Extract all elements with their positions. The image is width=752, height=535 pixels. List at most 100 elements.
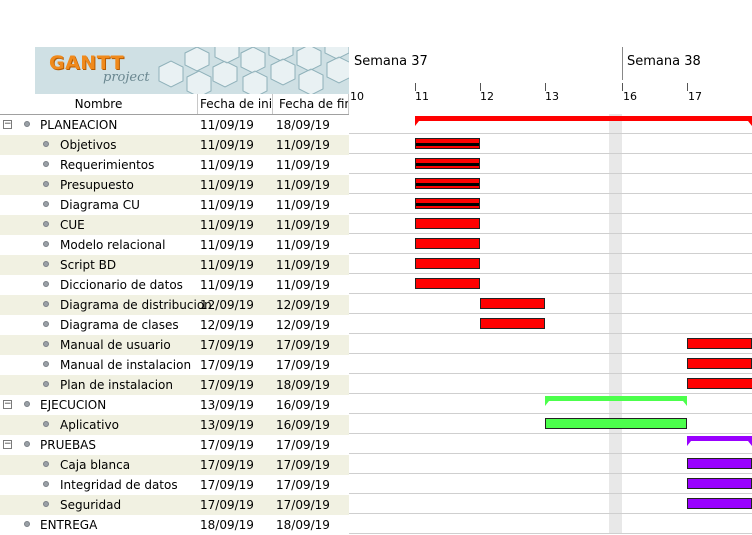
column-header-name[interactable]: Nombre: [0, 94, 198, 114]
task-row[interactable]: Diagrama CU 11/09/19 11/09/19: [0, 195, 349, 215]
task-bar-purple[interactable]: [687, 458, 752, 469]
summary-bar-red[interactable]: [415, 116, 752, 126]
task-start-date: 17/09/19: [200, 378, 254, 392]
task-row[interactable]: Manual de instalacion 17/09/19 17/09/19: [0, 355, 349, 375]
task-row[interactable]: ENTREGA 18/09/19 18/09/19: [0, 515, 349, 535]
task-name: Seguridad: [60, 498, 122, 512]
task-row[interactable]: Presupuesto 11/09/19 11/09/19: [0, 175, 349, 195]
collapse-toggle-icon[interactable]: −: [3, 120, 12, 129]
collapse-toggle-icon[interactable]: −: [3, 400, 12, 409]
task-rows: − PLANEACION 11/09/19 18/09/19 Objetivos 11/0…: [0, 115, 349, 535]
task-name: Plan de instalacion: [60, 378, 173, 392]
task-end-date: 11/09/19: [276, 198, 330, 212]
task-bar-purple[interactable]: [687, 498, 752, 509]
task-row[interactable]: Integridad de datos 17/09/19 17/09/19: [0, 475, 349, 495]
task-bar-red[interactable]: [415, 258, 480, 269]
task-bar-red[interactable]: [415, 158, 480, 169]
task-name: Presupuesto: [60, 178, 134, 192]
task-end-date: 17/09/19: [276, 358, 330, 372]
task-bar-red[interactable]: [415, 198, 480, 209]
task-bar-red[interactable]: [687, 358, 752, 369]
task-row[interactable]: Plan de instalacion 17/09/19 18/09/19: [0, 375, 349, 395]
task-bullet-icon: [43, 181, 49, 187]
task-bullet-icon: [43, 281, 49, 287]
task-row[interactable]: − PLANEACION 11/09/19 18/09/19: [0, 115, 349, 135]
week-label-37: Semana 37: [354, 54, 428, 69]
task-bar-purple[interactable]: [687, 478, 752, 489]
row-gridline: [349, 213, 752, 214]
task-bar-red[interactable]: [415, 238, 480, 249]
task-name: Script BD: [60, 258, 117, 272]
task-row[interactable]: Aplicativo 13/09/19 16/09/19: [0, 415, 349, 435]
column-header-end-date[interactable]: Fecha de fin: [274, 94, 349, 114]
summary-start-marker: [687, 441, 691, 446]
task-start-date: 13/09/19: [200, 418, 254, 432]
summary-bar-purple[interactable]: [687, 436, 752, 446]
task-name: EJECUCION: [40, 398, 107, 412]
task-bullet-icon: [43, 461, 49, 467]
gantt-chart-area[interactable]: [349, 114, 752, 534]
task-end-date: 17/09/19: [276, 338, 330, 352]
task-bar-red[interactable]: [480, 318, 545, 329]
task-name: Diagrama CU: [60, 198, 140, 212]
task-bar-red[interactable]: [687, 378, 752, 389]
task-bar-red[interactable]: [687, 338, 752, 349]
task-bullet-icon: [24, 401, 30, 407]
task-bar-red[interactable]: [480, 298, 545, 309]
task-row[interactable]: Caja blanca 17/09/19 17/09/19: [0, 455, 349, 475]
task-bullet-icon: [43, 421, 49, 427]
task-end-date: 18/09/19: [276, 378, 330, 392]
task-end-date: 17/09/19: [276, 438, 330, 452]
task-bar-red[interactable]: [415, 218, 480, 229]
task-row[interactable]: Modelo relacional 11/09/19 11/09/19: [0, 235, 349, 255]
task-name: Objetivos: [60, 138, 117, 152]
task-bar-red[interactable]: [415, 138, 480, 149]
task-end-date: 17/09/19: [276, 498, 330, 512]
task-start-date: 11/09/19: [200, 258, 254, 272]
task-start-date: 17/09/19: [200, 478, 254, 492]
task-row[interactable]: Seguridad 17/09/19 17/09/19: [0, 495, 349, 515]
task-start-date: 17/09/19: [200, 338, 254, 352]
task-row[interactable]: Diagrama de clases 12/09/19 12/09/19: [0, 315, 349, 335]
task-bullet-icon: [43, 141, 49, 147]
task-row[interactable]: Script BD 11/09/19 11/09/19: [0, 255, 349, 275]
task-progress-fill: [416, 163, 479, 166]
summary-bar-green[interactable]: [545, 396, 687, 406]
task-end-date: 11/09/19: [276, 278, 330, 292]
week-label-38: Semana 38: [627, 54, 701, 69]
task-row[interactable]: Manual de usuario 17/09/19 17/09/19: [0, 335, 349, 355]
task-row[interactable]: Diagrama de distribucion 12/09/19 12/09/19: [0, 295, 349, 315]
task-bar-green[interactable]: [545, 418, 687, 429]
table-header: Nombre Fecha de ini... Fecha de fin: [0, 94, 349, 115]
task-row[interactable]: CUE 11/09/19 11/09/19: [0, 215, 349, 235]
task-row[interactable]: Diccionario de datos 11/09/19 11/09/19: [0, 275, 349, 295]
gantt-project-logo: GANTT project: [35, 47, 349, 94]
task-bullet-icon: [43, 341, 49, 347]
task-start-date: 11/09/19: [200, 238, 254, 252]
task-name: Modelo relacional: [60, 238, 166, 252]
task-row[interactable]: − EJECUCION 13/09/19 16/09/19: [0, 395, 349, 415]
task-start-date: 12/09/19: [200, 318, 254, 332]
summary-start-marker: [415, 121, 419, 126]
task-name: CUE: [60, 218, 85, 232]
task-end-date: 11/09/19: [276, 138, 330, 152]
row-gridline: [349, 153, 752, 154]
task-row[interactable]: Requerimientos 11/09/19 11/09/19: [0, 155, 349, 175]
task-name: PRUEBAS: [40, 438, 96, 452]
task-bar-red[interactable]: [415, 278, 480, 289]
task-bullet-icon: [24, 121, 30, 127]
row-gridline: [349, 513, 752, 514]
task-row[interactable]: − PRUEBAS 17/09/19 17/09/19: [0, 435, 349, 455]
task-bullet-icon: [43, 161, 49, 167]
row-gridline: [349, 353, 752, 354]
task-bullet-icon: [43, 301, 49, 307]
task-end-date: 11/09/19: [276, 258, 330, 272]
task-row[interactable]: Objetivos 11/09/19 11/09/19: [0, 135, 349, 155]
task-bar-red[interactable]: [415, 178, 480, 189]
collapse-toggle-icon[interactable]: −: [3, 440, 12, 449]
task-start-date: 11/09/19: [200, 218, 254, 232]
task-end-date: 11/09/19: [276, 158, 330, 172]
column-header-start-date[interactable]: Fecha de ini...: [198, 94, 273, 114]
task-end-date: 11/09/19: [276, 218, 330, 232]
day-label: 10: [350, 90, 364, 103]
